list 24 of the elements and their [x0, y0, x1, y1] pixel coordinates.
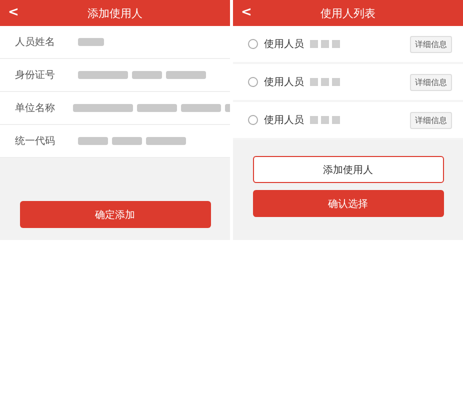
blurred-name-drawing	[310, 39, 340, 49]
radio-button[interactable]	[248, 115, 258, 125]
field-label: 身份证号	[14, 69, 56, 82]
blurred-name-drawing	[310, 77, 340, 87]
details-button[interactable]: 详细信息	[410, 112, 452, 128]
user-label: 使用人员	[264, 38, 304, 51]
back-button[interactable]: <	[8, 5, 19, 20]
field-label: 人员姓名	[14, 36, 56, 49]
confirm-selection-button[interactable]: 确认选择	[252, 190, 444, 217]
add-user-button[interactable]: 添加使用人	[252, 156, 444, 183]
radio-button[interactable]	[248, 77, 258, 87]
radio-button[interactable]	[248, 39, 258, 49]
field-label: 统一代码	[14, 134, 56, 148]
field-label: 单位名称	[14, 102, 56, 115]
details-button[interactable]: 详细信息	[410, 36, 452, 52]
user-label: 使用人员	[264, 76, 304, 89]
screen-title: 使用人列表	[320, 6, 376, 20]
blurred-value-drawing	[78, 37, 104, 47]
screen-title: 添加使用人	[88, 6, 142, 20]
confirm-add-button[interactable]: 确定添加	[20, 201, 210, 228]
back-button[interactable]: <	[241, 5, 252, 20]
details-button[interactable]: 详细信息	[410, 74, 452, 90]
blurred-name-drawing	[310, 115, 340, 125]
user-label: 使用人员	[264, 114, 304, 127]
